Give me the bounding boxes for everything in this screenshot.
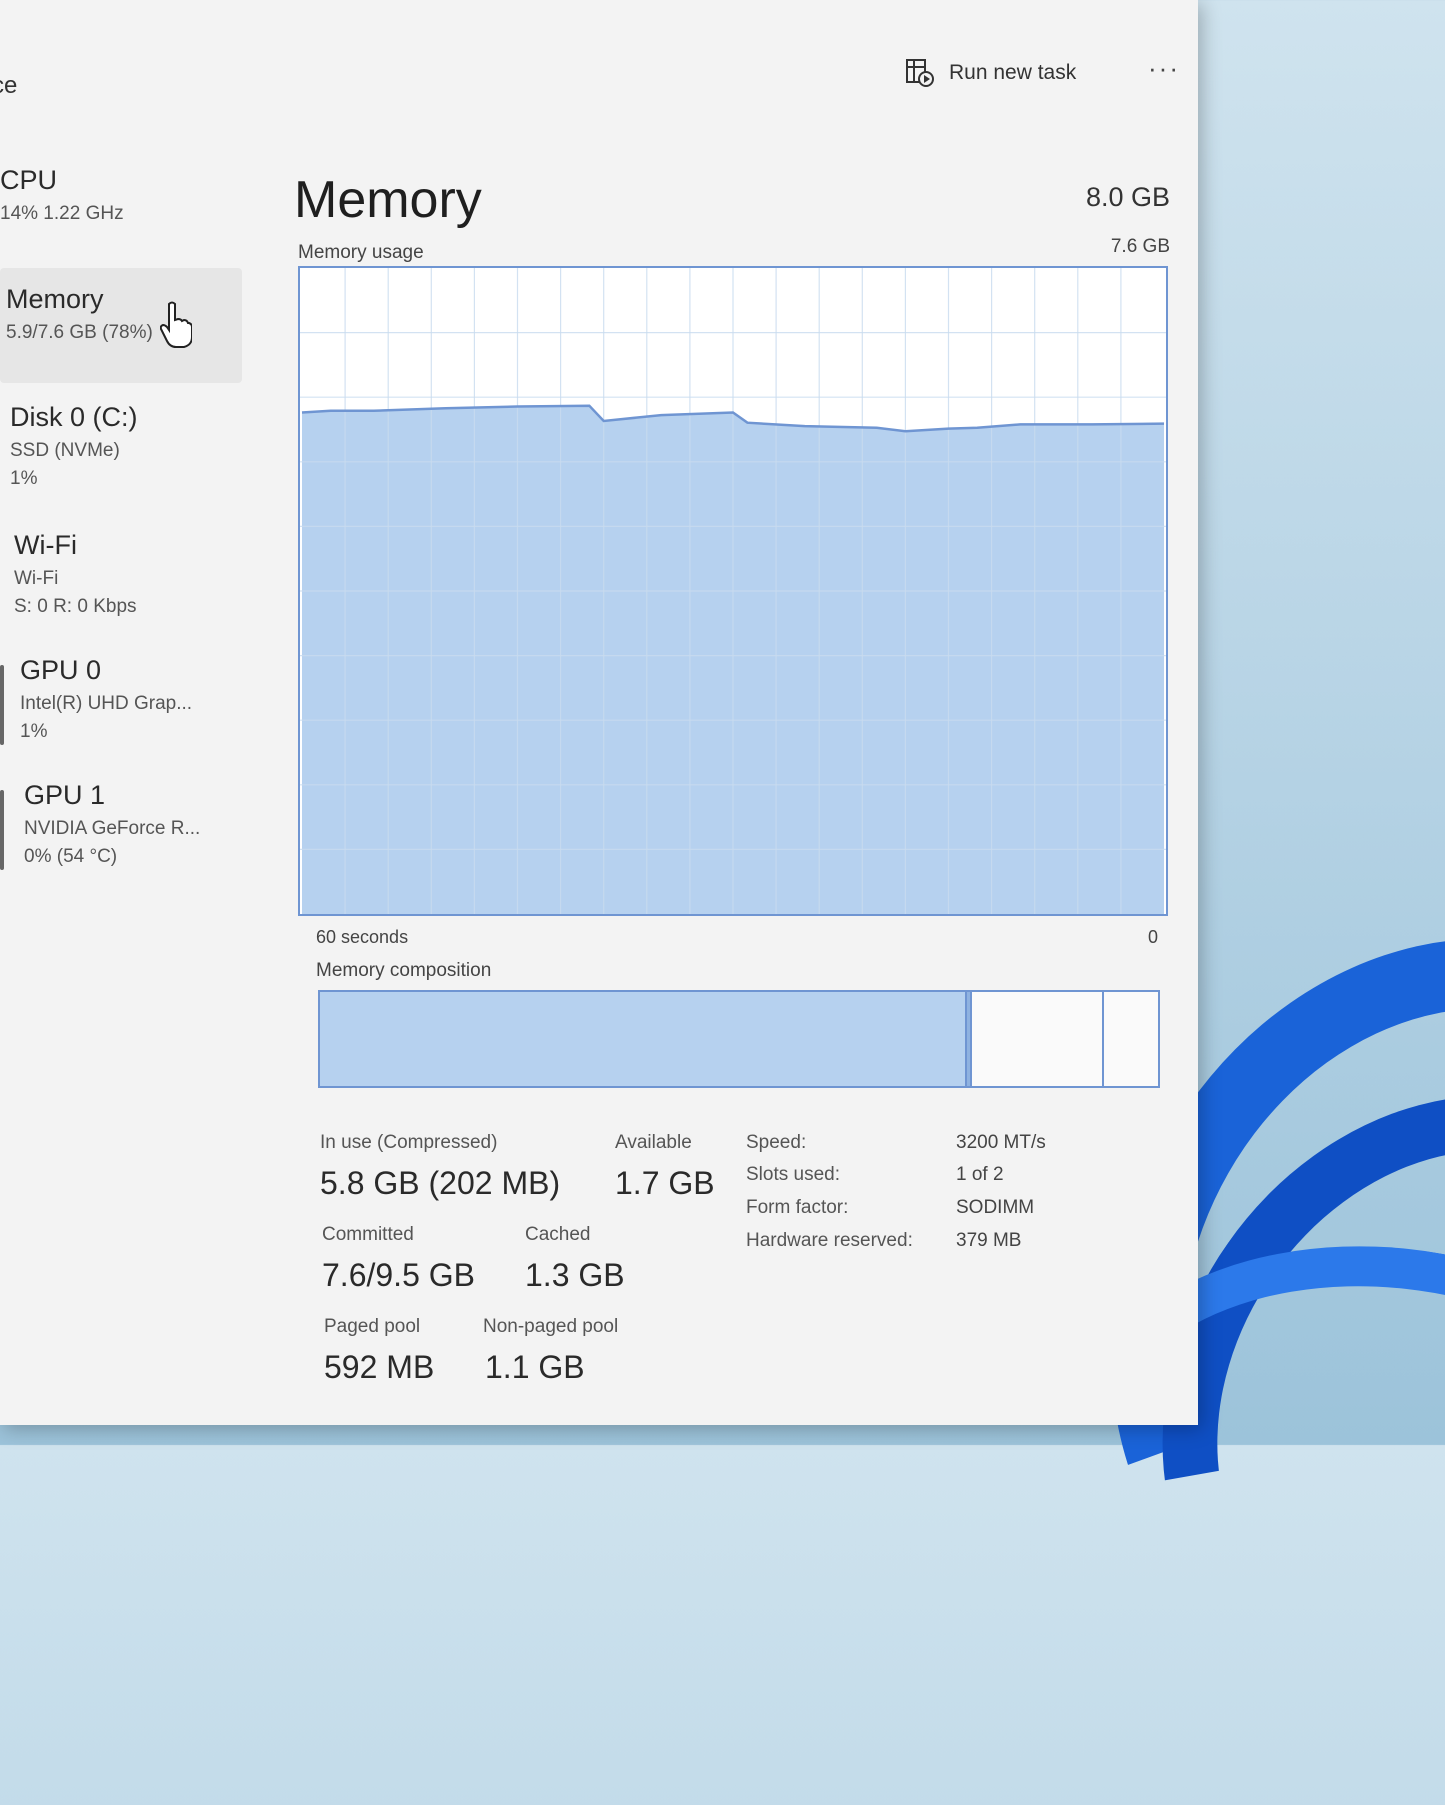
chart-x-start-label: 60 seconds <box>316 927 409 947</box>
sidebar-item-gpu0[interactable]: GPU 0 Intel(R) UHD Grap... 1% <box>0 655 242 765</box>
paged-pool-label: Paged pool <box>324 1316 421 1337</box>
committed-value: 7.6/9.5 GB <box>322 1257 475 1293</box>
memory-panel: Memory 8.0 GB Memory usage 7.6 GB 60 sec… <box>250 140 1198 1425</box>
page-title: ce <box>0 72 18 99</box>
sidebar-item-detail: Intel(R) UHD Grap... <box>20 693 193 714</box>
available-value: 1.7 GB <box>615 1165 715 1201</box>
sidebar-item-detail: Wi-Fi <box>14 568 59 589</box>
cached-label: Cached <box>525 1224 591 1245</box>
sidebar-item-detail: NVIDIA GeForce R... <box>24 818 201 839</box>
sidebar-item-cpu[interactable]: CPU 14% 1.22 GHz <box>0 165 242 255</box>
committed-label: Committed <box>322 1224 414 1245</box>
paged-pool-value: 592 MB <box>324 1349 435 1385</box>
nonpaged-pool-value: 1.1 GB <box>485 1349 585 1385</box>
memory-usage-chart <box>298 266 1168 916</box>
hardware-reserved-value: 379 MB <box>956 1230 1022 1251</box>
available-label: Available <box>615 1132 692 1153</box>
chart-x-end-label: 0 <box>1147 927 1158 947</box>
sidebar-item-detail: 0% (54 °C) <box>24 846 118 867</box>
sidebar-item-detail: SSD (NVMe) <box>10 440 120 461</box>
sidebar-item-detail: 1% <box>10 468 38 489</box>
speed-label: Speed: <box>746 1132 807 1153</box>
memory-total: 8.0 GB <box>1085 182 1170 212</box>
form-factor-value: SODIMM <box>956 1197 1035 1218</box>
command-bar: ce Run new task ··· <box>0 0 1198 125</box>
sidebar-item-name: Memory <box>6 284 104 314</box>
sidebar-item-detail: 1% <box>20 721 48 742</box>
sidebar-item-memory[interactable]: Memory 5.9/7.6 GB (78%) <box>0 268 242 383</box>
run-task-icon <box>906 59 934 87</box>
cached-value: 1.3 GB <box>525 1257 625 1293</box>
memory-max-label: 7.6 GB <box>1110 236 1170 257</box>
sidebar-item-name: Wi-Fi <box>14 530 77 560</box>
sidebar-item-disk[interactable]: Disk 0 (C:) SSD (NVMe) 1% <box>0 402 242 512</box>
form-factor-label: Form factor: <box>746 1197 849 1218</box>
sidebar-item-detail: S: 0 R: 0 Kbps <box>14 596 137 617</box>
memory-composition-bar <box>318 990 1160 1088</box>
sidebar-item-name: GPU 0 <box>20 655 102 685</box>
in-use-value: 5.8 GB (202 MB) <box>320 1165 561 1201</box>
sidebar-item-gpu1[interactable]: GPU 1 NVIDIA GeForce R... 0% (54 °C) <box>0 780 242 890</box>
in-use-label: In use (Compressed) <box>320 1132 498 1153</box>
slots-used-label: Slots used: <box>746 1164 840 1185</box>
more-options-button[interactable]: ··· <box>1148 55 1188 88</box>
slots-used-value: 1 of 2 <box>956 1164 1004 1185</box>
sidebar-item-name: CPU <box>0 165 58 195</box>
sidebar-item-detail: 14% 1.22 GHz <box>0 203 124 224</box>
composition-in-use <box>320 992 966 1086</box>
memory-composition-label: Memory composition <box>316 960 492 981</box>
nonpaged-pool-label: Non-paged pool <box>483 1316 619 1337</box>
sidebar-item-wifi[interactable]: Wi-Fi Wi-Fi S: 0 R: 0 Kbps <box>0 530 242 640</box>
run-new-task-button[interactable]: Run new task <box>905 58 1076 88</box>
composition-standby <box>970 992 1102 1086</box>
sidebar-item-name: GPU 1 <box>24 780 106 810</box>
memory-usage-label: Memory usage <box>298 242 424 263</box>
hardware-reserved-label: Hardware reserved: <box>746 1230 913 1251</box>
sidebar-item-name: Disk 0 (C:) <box>10 402 138 432</box>
speed-value: 3200 MT/s <box>956 1132 1046 1153</box>
sidebar-item-detail: 5.9/7.6 GB (78%) <box>6 322 153 343</box>
page-heading: Memory <box>294 171 482 229</box>
composition-free <box>1101 992 1158 1086</box>
task-manager-window: ce Run new task ··· CPU 14% 1.22 GHz Mem… <box>0 0 1198 1425</box>
hand-cursor-icon <box>160 301 192 348</box>
run-new-task-label: Run new task <box>949 61 1077 84</box>
